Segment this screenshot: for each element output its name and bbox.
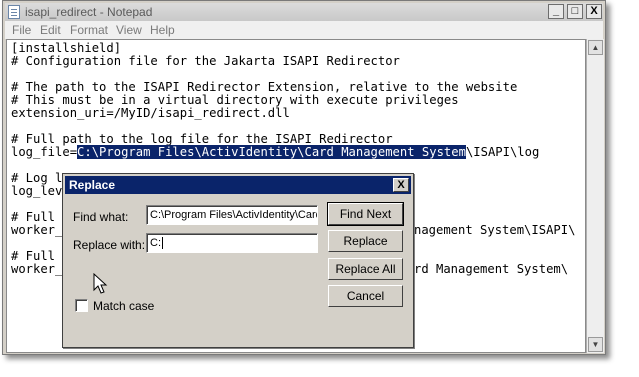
dialog-title-bar[interactable]: Replace X xyxy=(65,176,411,194)
find-next-button[interactable]: Find Next xyxy=(327,202,404,226)
menu-help[interactable]: Help xyxy=(150,21,175,39)
minimize-button[interactable]: _ xyxy=(548,4,564,19)
title-bar[interactable]: isapi_redirect - Notepad _ □ X xyxy=(5,3,603,21)
log-file-key: log_file= xyxy=(11,145,78,159)
replace-button[interactable]: Replace xyxy=(328,230,403,252)
vertical-scrollbar[interactable]: ▲ ▼ xyxy=(586,39,604,353)
find-what-input[interactable]: C:\Program Files\ActivIdentity\Card xyxy=(146,205,318,225)
replace-all-button[interactable]: Replace All xyxy=(328,258,403,280)
match-case-label[interactable]: Match case xyxy=(93,299,154,313)
editor-line-tail: nagement System\ISAPI\ xyxy=(414,223,576,237)
menu-edit[interactable]: Edit xyxy=(40,21,61,39)
menu-format[interactable]: Format xyxy=(70,21,108,39)
editor-line: extension_uri=/MyID/isapi_redirect.dll xyxy=(11,106,290,120)
menu-file[interactable]: File xyxy=(12,21,31,39)
editor-line: worker_ xyxy=(11,262,63,276)
find-what-label: Find what: xyxy=(73,210,129,224)
selected-text: C:\Program Files\ActivIdentity\Card Mana… xyxy=(77,145,466,159)
notepad-icon xyxy=(8,5,20,19)
editor-line-tail: rd Management System\ xyxy=(414,262,569,276)
editor-line: worker_ xyxy=(11,223,63,237)
match-case-checkbox[interactable] xyxy=(75,299,88,312)
text-cursor xyxy=(162,237,163,250)
editor-line-log-file: log_file=C:\Program Files\ActivIdentity\… xyxy=(11,145,540,159)
replace-with-label: Replace with: xyxy=(73,238,146,252)
scroll-up-icon[interactable]: ▲ xyxy=(588,40,603,55)
window-title: isapi_redirect - Notepad xyxy=(25,5,153,19)
dialog-close-button[interactable]: X xyxy=(393,178,409,192)
dialog-title: Replace xyxy=(69,178,116,192)
log-file-rest: \ISAPI\log xyxy=(465,145,540,159)
mouse-pointer-icon xyxy=(93,273,108,294)
replace-dialog: Replace X Find what: C:\Program Files\Ac… xyxy=(62,173,414,348)
maximize-button[interactable]: □ xyxy=(567,4,583,19)
close-button[interactable]: X xyxy=(586,4,602,19)
cancel-button[interactable]: Cancel xyxy=(328,285,403,307)
menu-bar: File Edit Format View Help xyxy=(5,21,603,39)
scroll-down-icon[interactable]: ▼ xyxy=(588,337,603,352)
editor-line: # Configuration file for the Jakarta ISA… xyxy=(11,54,400,68)
replace-with-value: C: xyxy=(150,237,161,249)
editor-line: log_lev xyxy=(11,184,63,198)
replace-with-input[interactable]: C: xyxy=(146,233,318,253)
menu-view[interactable]: View xyxy=(116,21,142,39)
